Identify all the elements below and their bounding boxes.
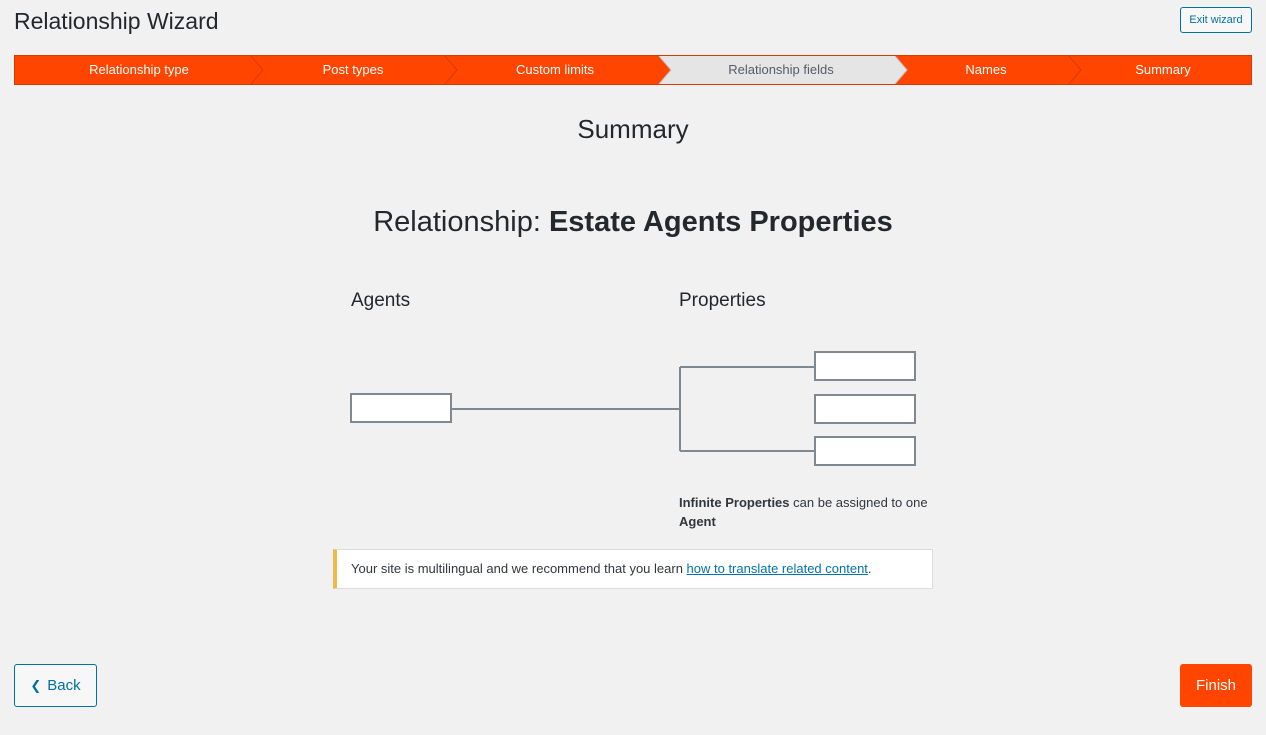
back-button[interactable]: ❮ Back — [14, 664, 97, 707]
step-custom-limits[interactable]: Custom limits — [455, 56, 655, 84]
properties-label: Properties — [679, 290, 766, 311]
step-names[interactable]: Names — [895, 56, 1077, 84]
relationship-description: Infinite Properties can be assigned to o… — [679, 493, 929, 531]
back-label: Back — [47, 677, 81, 694]
relationship-prefix: Relationship: — [373, 206, 549, 238]
description-one: Agent — [679, 514, 716, 529]
agent-box — [350, 393, 452, 423]
notice-text: Your site is multilingual and we recomme… — [351, 561, 687, 576]
property-box-3 — [814, 436, 916, 466]
step-relationship-fields[interactable]: Relationship fields — [665, 56, 897, 84]
property-box-2 — [814, 394, 916, 424]
exit-wizard-button[interactable]: Exit wizard — [1180, 7, 1252, 33]
step-post-types[interactable]: Post types — [253, 56, 453, 84]
relationship-heading: Relationship: Estate Agents Properties — [0, 206, 1266, 239]
chevron-left-icon: ❮ — [30, 678, 42, 693]
finish-button[interactable]: Finish — [1180, 664, 1252, 707]
summary-heading: Summary — [577, 114, 689, 144]
description-middle: can be assigned to one — [789, 495, 928, 510]
multilingual-notice: Your site is multilingual and we recomme… — [333, 549, 933, 589]
wizard-steps: Relationship type Post types Custom limi… — [14, 55, 1252, 85]
property-box-1 — [814, 351, 916, 381]
translate-help-link[interactable]: how to translate related content — [687, 561, 868, 576]
page-title: Relationship Wizard — [14, 8, 219, 34]
agents-label: Agents — [351, 290, 411, 311]
relationship-diagram — [350, 351, 916, 466]
notice-text-end: . — [867, 561, 872, 576]
step-relationship-type[interactable]: Relationship type — [15, 56, 263, 84]
relationship-name: Estate Agents Properties — [548, 206, 893, 238]
description-many: Infinite Properties — [679, 495, 790, 510]
step-summary[interactable]: Summary — [1075, 56, 1251, 84]
